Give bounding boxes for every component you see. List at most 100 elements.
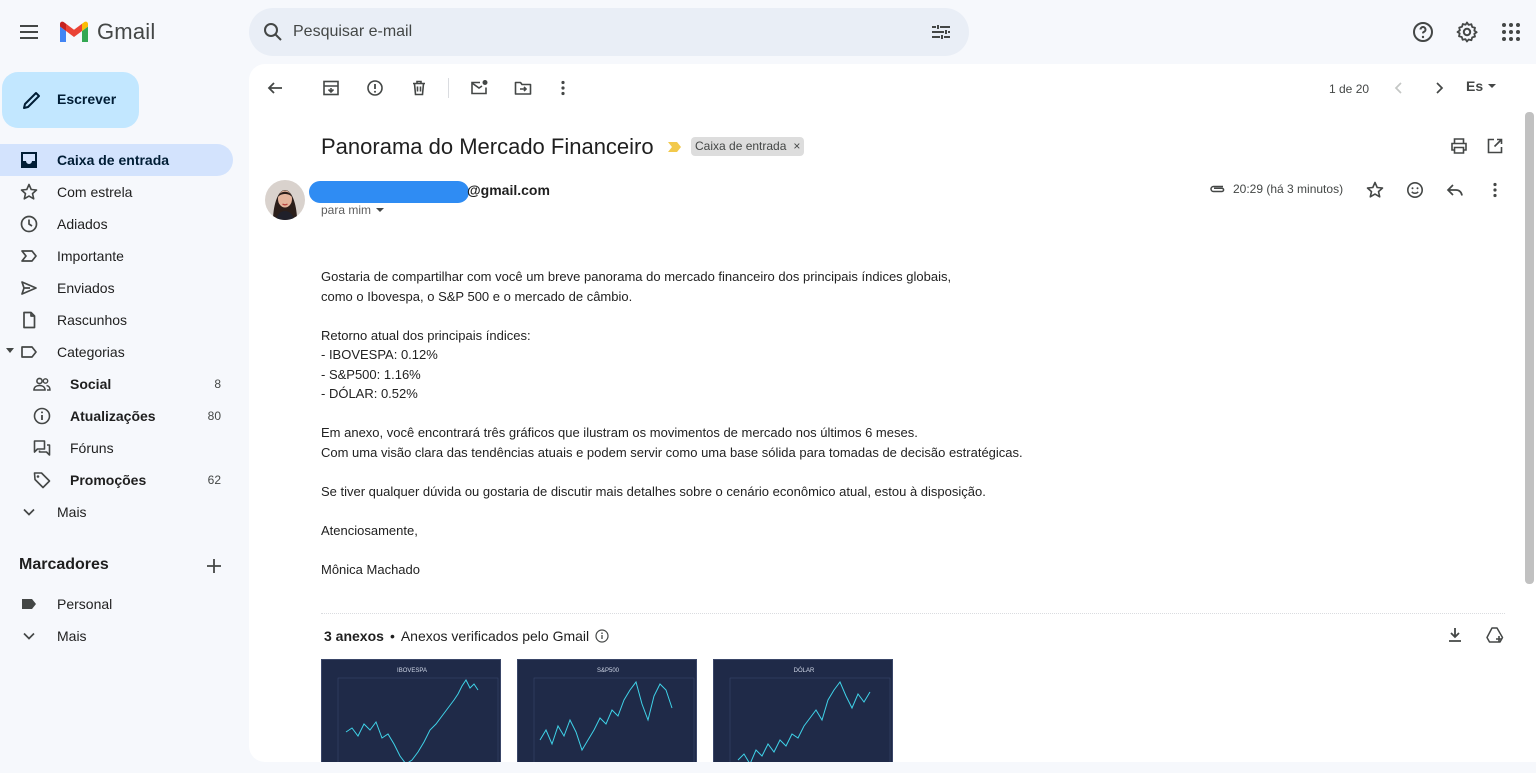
inbox-label-chip[interactable]: Caixa de entrada ×: [691, 137, 805, 156]
reply-icon[interactable]: [1445, 180, 1465, 200]
body-line: Se tiver qualquer dúvida ou gostaria de …: [321, 483, 986, 499]
email-timestamp: 20:29 (há 3 minutos): [1233, 182, 1344, 196]
sidebar-item-label: Enviados: [57, 280, 115, 296]
body-line: Retorno atual dos principais índices:: [321, 327, 531, 343]
labels-heading: Marcadores: [19, 556, 109, 573]
mark-unread-icon[interactable]: [469, 78, 489, 98]
people-icon: [32, 374, 52, 394]
attachments-count: 3 anexos: [324, 628, 384, 644]
email-subject: Panorama do Mercado Financeiro: [321, 134, 654, 159]
body-line: Em anexo, você encontrará três gráficos …: [321, 425, 918, 440]
info-icon[interactable]: [595, 629, 609, 643]
forum-icon: [32, 438, 52, 458]
chevron-down-icon: [19, 502, 39, 522]
apps-grid-icon[interactable]: [1499, 20, 1523, 44]
toolbar-divider: [448, 78, 449, 98]
sidebar-item-social[interactable]: Social 8: [0, 368, 233, 400]
sidebar-item-important[interactable]: Importante: [0, 240, 233, 272]
search-bar: [249, 8, 969, 56]
input-language: Es: [1466, 78, 1484, 94]
sidebar-item-promotions[interactable]: Promoções 62: [0, 464, 233, 496]
draft-icon: [19, 310, 39, 330]
attachments-header: 3 anexos • Anexos verificados pelo Gmail: [324, 628, 609, 644]
remove-label-icon[interactable]: ×: [793, 139, 800, 153]
pagination-text: 1 de 20: [1329, 82, 1370, 96]
sidebar-item-forums[interactable]: Fóruns: [0, 432, 233, 464]
move-to-icon[interactable]: [513, 78, 533, 98]
sidebar-item-label: Com estrela: [57, 184, 133, 200]
more-options-icon[interactable]: [553, 78, 573, 98]
separator-dot: •: [389, 628, 395, 644]
body-line: - DÓLAR: 0.52%: [321, 386, 418, 401]
search-input[interactable]: [293, 18, 913, 46]
gmail-logo[interactable]: Gmail: [58, 19, 155, 45]
star-message-icon[interactable]: [1365, 180, 1385, 200]
attachment-chart-title: S&P500: [597, 668, 620, 674]
open-new-window-icon[interactable]: [1485, 136, 1505, 156]
label-filled-icon: [19, 594, 39, 614]
sidebar-item-inbox[interactable]: Caixa de entrada: [0, 144, 233, 176]
delete-icon[interactable]: [409, 78, 429, 98]
sidebar-item-label: Mais: [57, 504, 87, 520]
unread-count: 80: [207, 409, 221, 423]
body-line: Gostaria de compartilhar com você um bre…: [321, 269, 952, 284]
add-to-drive-icon[interactable]: [1485, 625, 1505, 645]
caret-down-icon: [376, 208, 385, 212]
sidebar-item-more[interactable]: Mais: [0, 496, 233, 528]
download-all-icon[interactable]: [1445, 625, 1465, 645]
main-menu-icon[interactable]: [17, 20, 41, 44]
clock-icon: [19, 214, 39, 234]
chevron-right-icon[interactable]: [1429, 78, 1449, 98]
archive-icon[interactable]: [321, 78, 341, 98]
attachment-chart-title: IBOVESPA: [397, 668, 427, 674]
attachments-divider: [321, 613, 1505, 614]
sidebar-item-drafts[interactable]: Rascunhos: [0, 304, 233, 336]
chevron-down-icon: [19, 626, 39, 646]
expand-arrow-icon[interactable]: [6, 348, 14, 353]
sidebar-item-starred[interactable]: Com estrela: [0, 176, 233, 208]
recipient-details-toggle[interactable]: para mim: [321, 203, 385, 217]
chevron-left-icon[interactable]: [1389, 78, 1409, 98]
search-icon[interactable]: [261, 20, 285, 44]
settings-gear-icon[interactable]: [1455, 20, 1479, 44]
emoji-reaction-icon[interactable]: [1405, 180, 1425, 200]
sidebar-item-sent[interactable]: Enviados: [0, 272, 233, 304]
sidebar-item-updates[interactable]: Atualizações 80: [0, 400, 233, 432]
help-icon[interactable]: [1411, 20, 1435, 44]
attachment-thumbnail-ibovespa[interactable]: IBOVESPA: [321, 659, 501, 762]
print-icon[interactable]: [1449, 136, 1469, 156]
sender-avatar[interactable]: [265, 180, 305, 220]
sidebar-item-snoozed[interactable]: Adiados: [0, 208, 233, 240]
attachment-thumbnail-sp500[interactable]: S&P500: [517, 659, 697, 762]
compose-button[interactable]: Escrever: [2, 72, 139, 128]
sidebar-label-personal[interactable]: Personal: [0, 588, 233, 620]
body-closing: Atenciosamente,: [321, 522, 418, 538]
sidebar-item-categories[interactable]: Categorias: [0, 336, 233, 368]
body-line: - S&P500: 1.16%: [321, 366, 421, 382]
sidebar-labels-more[interactable]: Mais: [0, 620, 233, 652]
send-icon: [19, 278, 39, 298]
label-icon: [19, 342, 39, 362]
report-spam-icon[interactable]: [365, 78, 385, 98]
sidebar-item-label: Caixa de entrada: [57, 152, 170, 168]
message-more-icon[interactable]: [1485, 180, 1505, 200]
add-label-icon[interactable]: [204, 556, 224, 576]
importance-marker-icon[interactable]: [668, 141, 682, 153]
attachment-paperclip-icon: [1207, 179, 1227, 199]
label-important-icon: [19, 246, 39, 266]
email-view: 1 de 20 Es Panorama do Mercado Financeir…: [249, 64, 1536, 762]
top-bar: Gmail: [0, 0, 1536, 64]
input-tools-button[interactable]: Es: [1466, 78, 1497, 94]
sender-email[interactable]: @gmail.com: [467, 182, 550, 198]
attachment-chart-title: DÓLAR: [794, 667, 815, 674]
sidebar-item-label: Atualizações: [70, 408, 156, 424]
scrollbar-thumb[interactable]: [1525, 112, 1534, 584]
sidebar-item-label: Personal: [57, 596, 113, 612]
attachment-thumbnail-dolar[interactable]: DÓLAR: [713, 659, 893, 762]
unread-count: 62: [207, 473, 221, 487]
search-options-icon[interactable]: [929, 20, 953, 44]
caret-down-icon: [1488, 84, 1497, 88]
sidebar-item-label: Promoções: [70, 472, 147, 488]
compose-label: Escrever: [57, 91, 117, 107]
back-arrow-icon[interactable]: [265, 78, 285, 98]
